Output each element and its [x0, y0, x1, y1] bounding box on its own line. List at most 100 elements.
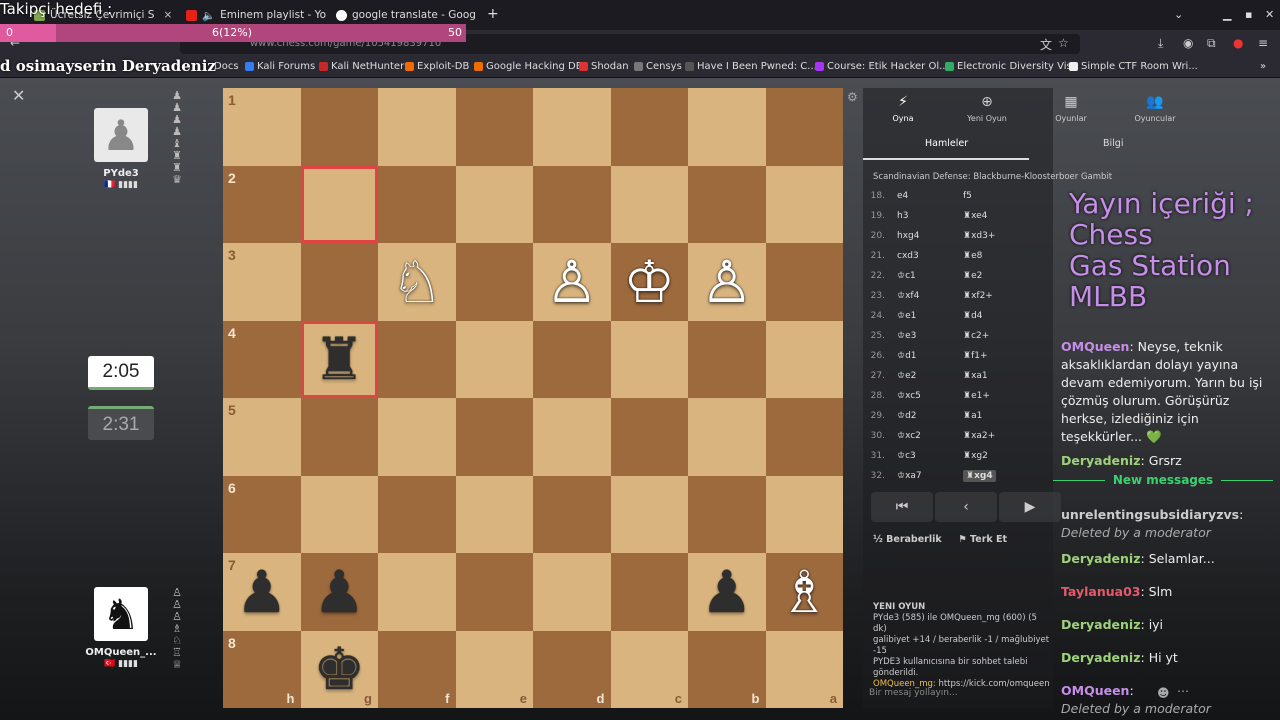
white-move[interactable]: ♔e3 — [891, 331, 957, 341]
board-square[interactable] — [533, 165, 611, 243]
close-window-icon[interactable]: ✕ — [1265, 8, 1274, 21]
board-square[interactable] — [300, 165, 378, 243]
extension-red-icon[interactable]: ● — [1233, 36, 1243, 50]
board-square[interactable] — [533, 88, 611, 166]
board-square[interactable] — [533, 398, 611, 476]
chess-piece[interactable]: ♟ — [701, 563, 753, 621]
chess-piece[interactable]: ♚ — [313, 640, 365, 698]
board-square[interactable] — [378, 398, 456, 476]
board-square[interactable] — [455, 398, 533, 476]
board-square[interactable]: 7 ♟ — [223, 553, 301, 631]
board-square[interactable] — [455, 320, 533, 398]
white-move[interactable]: ♔c1 — [891, 271, 957, 281]
bookmark-kali-forums[interactable]: Kali Forums — [245, 61, 315, 72]
board-square[interactable] — [378, 320, 456, 398]
draw-button[interactable]: ½ Beraberlik — [873, 534, 942, 545]
board-square[interactable] — [688, 88, 766, 166]
white-move[interactable]: ♔xa7 — [891, 471, 957, 481]
black-move[interactable]: ♜xe4 — [957, 211, 1023, 221]
bookmark-docs[interactable]: Docs — [214, 61, 239, 72]
board-square[interactable] — [765, 88, 843, 166]
white-move[interactable]: ♔e1 — [891, 311, 957, 321]
board-square[interactable]: ♙ — [533, 243, 611, 321]
black-move[interactable]: ♜e1+ — [957, 391, 1023, 401]
board-square[interactable] — [765, 475, 843, 553]
translate-icon[interactable]: 文 — [1040, 36, 1052, 53]
bookmark-hibp[interactable]: Have I Been Pwned: C... — [685, 61, 817, 72]
black-move[interactable]: ♜xg4 — [957, 470, 1023, 482]
new-tab-button[interactable]: + — [487, 6, 499, 22]
black-move[interactable]: ♜a1 — [957, 411, 1023, 421]
board-square[interactable]: f — [378, 630, 456, 708]
chat-username[interactable]: Deryadeniz — [1061, 453, 1141, 468]
bookmark-dv[interactable]: Electronic Diversity Visa — [945, 61, 1078, 72]
board-square[interactable]: c — [610, 630, 688, 708]
black-move[interactable]: ♜xd3+ — [957, 231, 1023, 241]
white-move[interactable]: e4 — [891, 191, 957, 201]
board-square[interactable]: 8h — [223, 630, 301, 708]
previous-move-button[interactable]: ‹ — [935, 492, 997, 522]
speaker-icon[interactable]: 🔈 — [202, 9, 215, 22]
close-icon[interactable]: ✕ — [12, 86, 25, 105]
bookmark-shodan[interactable]: Shodan — [579, 61, 629, 72]
black-move[interactable]: ♜f1+ — [957, 351, 1023, 361]
subtab-moves[interactable]: Hamleler — [925, 138, 968, 149]
white-move[interactable]: ♔xc5 — [891, 391, 957, 401]
board-square[interactable]: ♔ — [610, 243, 688, 321]
chess-piece[interactable]: ♟ — [236, 563, 288, 621]
board-square[interactable] — [610, 320, 688, 398]
board-square[interactable]: ♗ — [765, 553, 843, 631]
chess-board[interactable]: 1 2 3 ♘ ♙ ♔ ♙ 4 ♜ 5 6 7 ♟ ♟ ♟ ♗ 8 h g ♚ f e d c b a — [223, 88, 843, 708]
bookmarks-overflow-icon[interactable]: » — [1260, 61, 1266, 72]
chess-piece[interactable]: ♙ — [546, 253, 598, 311]
board-square[interactable]: e — [455, 630, 533, 708]
board-square[interactable]: ♟ — [300, 553, 378, 631]
extensions-icon[interactable]: ⧉ — [1207, 36, 1216, 51]
board-square[interactable] — [610, 398, 688, 476]
white-move[interactable]: ♔xf4 — [891, 291, 957, 301]
board-square[interactable] — [533, 320, 611, 398]
black-move[interactable]: ♜e2 — [957, 271, 1023, 281]
board-square[interactable] — [300, 475, 378, 553]
board-square[interactable]: 2 — [223, 165, 301, 243]
board-square[interactable] — [533, 553, 611, 631]
black-move[interactable]: ♜xa2+ — [957, 431, 1023, 441]
board-square[interactable]: 1 — [223, 88, 301, 166]
next-move-button[interactable]: ▶ — [999, 492, 1061, 522]
board-settings-gear-icon[interactable]: ⚙ — [847, 90, 858, 104]
white-move[interactable]: ♔e2 — [891, 371, 957, 381]
pawn-avatar[interactable]: ♟ — [94, 108, 148, 162]
board-square[interactable]: ♟ — [688, 553, 766, 631]
board-square[interactable] — [688, 165, 766, 243]
chat-username[interactable]: Taylanua03 — [1061, 584, 1140, 599]
knight-avatar[interactable]: ♞ — [94, 587, 148, 641]
board-square[interactable] — [455, 88, 533, 166]
black-move[interactable]: ♜c2+ — [957, 331, 1023, 341]
board-square[interactable]: g ♚ — [300, 630, 378, 708]
board-square[interactable] — [688, 320, 766, 398]
minimize-icon[interactable]: ▁ — [1223, 8, 1231, 21]
board-square[interactable] — [378, 475, 456, 553]
bookmark-censys[interactable]: Censys — [634, 61, 682, 72]
board-square[interactable]: 3 — [223, 243, 301, 321]
board-square[interactable] — [455, 243, 533, 321]
black-move[interactable]: ♜xa1 — [957, 371, 1023, 381]
board-square[interactable]: a — [765, 630, 843, 708]
board-square[interactable]: 6 — [223, 475, 301, 553]
bookmark-ghdb[interactable]: Google Hacking DB — [474, 61, 583, 72]
white-move[interactable]: ♔d1 — [891, 351, 957, 361]
tab-play[interactable]: ⚡ Oyna — [863, 94, 943, 123]
board-square[interactable] — [610, 475, 688, 553]
tab-list-icon[interactable]: ⌄ — [1174, 8, 1183, 21]
chat-username[interactable]: OMQueen — [1061, 683, 1129, 698]
black-move[interactable]: f5 — [957, 191, 1023, 201]
chess-piece[interactable]: ♟ — [313, 563, 365, 621]
account-icon[interactable]: ◉ — [1183, 36, 1193, 50]
board-square[interactable]: 4 — [223, 320, 301, 398]
white-move[interactable]: ♔c3 — [891, 451, 957, 461]
white-move[interactable]: hxg4 — [891, 231, 957, 241]
black-move[interactable]: ♜e8 — [957, 251, 1023, 261]
board-square[interactable] — [610, 165, 688, 243]
board-square[interactable] — [300, 398, 378, 476]
board-square[interactable] — [378, 553, 456, 631]
